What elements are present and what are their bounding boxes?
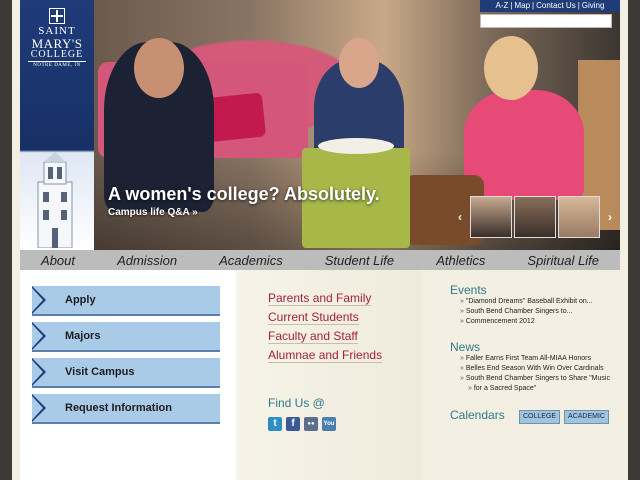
nav-item-athletics[interactable]: Athletics xyxy=(436,253,485,268)
majors-button[interactable]: Majors xyxy=(32,322,220,352)
hero-banner: SAINT MARY'S COLLEGE NOTRE DAME, IN A wo… xyxy=(20,0,620,250)
page-frame: SAINT MARY'S COLLEGE NOTRE DAME, IN A wo… xyxy=(12,0,628,480)
student-face xyxy=(339,38,379,88)
thumbnail[interactable] xyxy=(514,196,556,238)
flickr-icon[interactable]: ●● xyxy=(304,417,318,431)
nav-item-spiritual-life[interactable]: Spiritual Life xyxy=(527,253,599,268)
student-face xyxy=(484,36,538,100)
events-heading[interactable]: Events xyxy=(450,283,487,297)
prev-arrow-icon[interactable]: ‹ xyxy=(458,210,462,224)
college-logo[interactable]: SAINT MARY'S COLLEGE NOTRE DAME, IN xyxy=(20,8,94,69)
news-heading[interactable]: News xyxy=(450,340,480,354)
utility-link-giving[interactable]: Giving xyxy=(582,1,605,10)
plate-shape xyxy=(318,138,394,154)
news-item[interactable]: South Bend Chamber Singers to Share "Mus… xyxy=(460,375,610,382)
event-item[interactable]: "Diamond Dreams" Baseball Exhibit on... xyxy=(460,298,593,305)
main-nav: About Admission Academics Student Life A… xyxy=(20,250,620,270)
news-item-continued[interactable]: for a Sacred Space" xyxy=(468,385,536,392)
crest-icon xyxy=(49,8,65,24)
link-current-students[interactable]: Current Students xyxy=(268,310,359,325)
thumbnail[interactable] xyxy=(558,196,600,238)
link-alumnae-friends[interactable]: Alumnae and Friends xyxy=(268,348,383,363)
utility-link-map[interactable]: Map xyxy=(514,1,530,10)
thumbnail[interactable] xyxy=(470,196,512,238)
logo-line-4: NOTRE DAME, IN xyxy=(28,61,86,69)
youtube-icon[interactable]: You xyxy=(322,417,336,431)
news-item[interactable]: Belles End Season With Win Over Cardinal… xyxy=(460,365,604,372)
facebook-icon[interactable]: f xyxy=(286,417,300,431)
visit-campus-button[interactable]: Visit Campus xyxy=(32,358,220,388)
logo-line-3: COLLEGE xyxy=(30,49,84,60)
link-parents-family[interactable]: Parents and Family xyxy=(268,291,372,306)
utility-links: A-Z | Map | Contact Us | Giving xyxy=(480,0,620,12)
audience-panel: Parents and Family Current Students Facu… xyxy=(236,270,422,480)
bell-tower-illustration xyxy=(37,152,73,248)
find-us-heading: Find Us @ xyxy=(268,396,325,410)
academic-calendar-button[interactable]: ACADEMIC xyxy=(564,410,609,424)
college-calendar-button[interactable]: COLLEGE xyxy=(519,410,561,424)
hero-link[interactable]: Campus life Q&A » xyxy=(108,207,198,218)
hero-headline: A women's college? Absolutely. xyxy=(108,184,380,204)
logo-column: SAINT MARY'S COLLEGE NOTRE DAME, IN xyxy=(20,0,94,250)
utility-link-contact[interactable]: Contact Us xyxy=(536,1,576,10)
news-item[interactable]: Faller Earns First Team All-MIAA Honors xyxy=(460,355,591,362)
quick-links-panel: Apply Majors Visit Campus Request Inform… xyxy=(20,270,236,480)
events-news-panel: Events "Diamond Dreams" Baseball Exhibit… xyxy=(424,270,620,480)
next-arrow-icon[interactable]: › xyxy=(608,210,612,224)
apply-button[interactable]: Apply xyxy=(32,286,220,316)
nav-item-about[interactable]: About xyxy=(41,253,75,268)
nav-item-admission[interactable]: Admission xyxy=(117,253,177,268)
event-item[interactable]: South Bend Chamber Singers to... xyxy=(460,308,573,315)
visit-campus-label: Visit Campus xyxy=(65,366,135,378)
utility-link-a-z[interactable]: A-Z xyxy=(496,1,509,10)
search-input[interactable] xyxy=(480,14,612,28)
majors-label: Majors xyxy=(65,330,101,342)
link-faculty-staff[interactable]: Faculty and Staff xyxy=(268,329,358,344)
apply-label: Apply xyxy=(65,294,96,306)
request-information-button[interactable]: Request Information xyxy=(32,394,220,424)
calendars-heading: Calendars xyxy=(450,408,505,422)
student-face xyxy=(134,38,184,98)
event-item[interactable]: Commencement 2012 xyxy=(460,318,535,325)
nav-item-student-life[interactable]: Student Life xyxy=(325,253,394,268)
request-information-label: Request Information xyxy=(65,402,172,414)
twitter-icon[interactable]: t xyxy=(268,417,282,431)
nav-item-academics[interactable]: Academics xyxy=(219,253,283,268)
